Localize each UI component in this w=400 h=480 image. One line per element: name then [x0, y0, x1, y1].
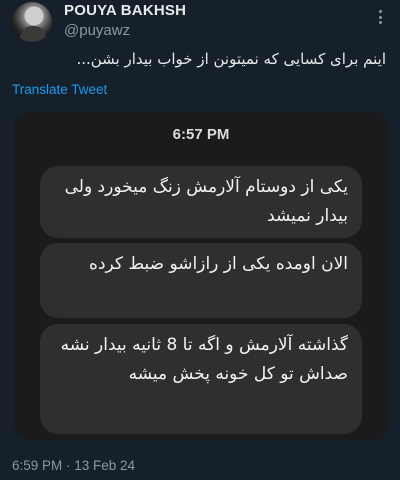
author-handle[interactable]: @puyawz — [64, 22, 130, 39]
more-options-icon[interactable] — [370, 10, 390, 24]
message-bubble: گذاشته آلارمش و اگه تا 8 ثانیه بیدار نشه… — [40, 324, 362, 434]
attached-image[interactable]: 6:57 PM یکی از دوستام آلارمش زنگ میخورد … — [14, 112, 388, 440]
message-bubble: یکی از دوستام آلارمش زنگ میخورد ولی بیدا… — [40, 166, 362, 238]
tweet-timestamp[interactable]: 6:59 PM · 13 Feb 24 — [12, 458, 135, 473]
message-time-header: 6:57 PM — [172, 126, 230, 143]
author-name[interactable]: POUYA BAKHSH — [64, 2, 186, 19]
tweet-text: اینم برای کسایی که نمیتونن از خواب بیدار… — [76, 50, 386, 68]
translate-tweet-link[interactable]: Translate Tweet — [12, 82, 107, 97]
message-bubble: الان اومده یکی از رازاشو ضبط کرده — [40, 243, 362, 318]
author-avatar[interactable] — [12, 2, 52, 42]
